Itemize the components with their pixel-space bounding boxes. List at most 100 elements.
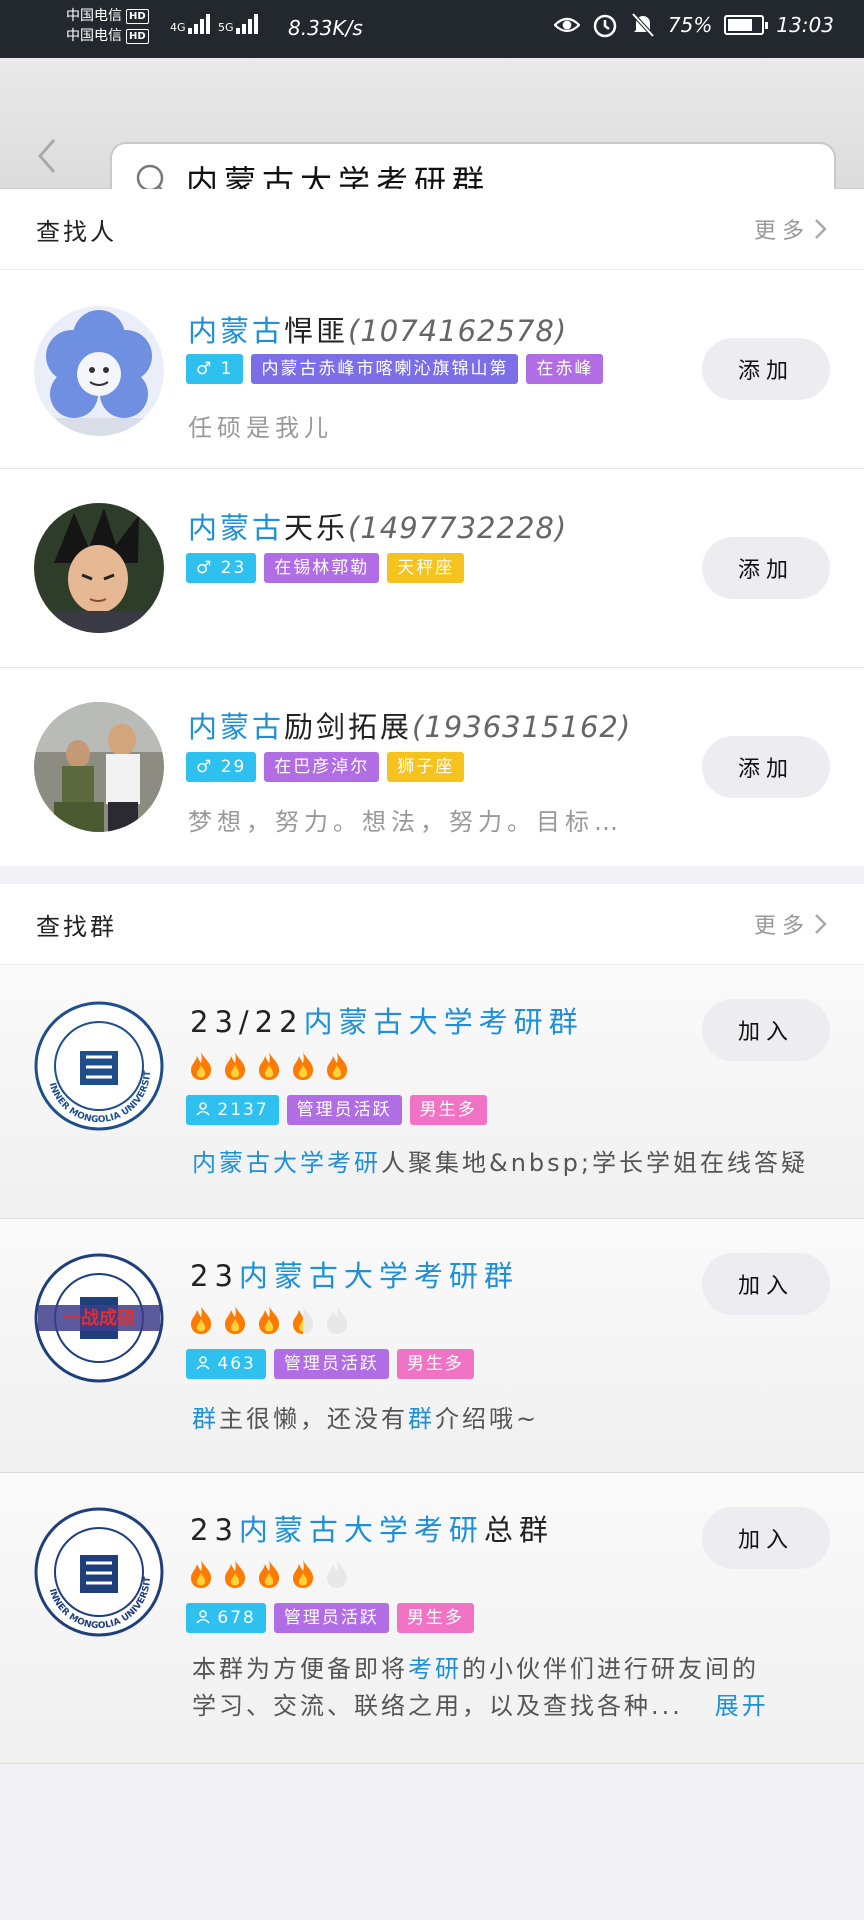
name-rest: 悍匪	[284, 314, 349, 348]
location-tag: 在赤峰	[526, 354, 604, 384]
admin-active-tag: 管理员活跃	[273, 1349, 389, 1379]
avatar	[34, 503, 164, 633]
tag-list: 2137 管理员活跃 男生多	[186, 1095, 487, 1125]
person-icon	[196, 1610, 210, 1624]
qq-number: (1497732228)	[348, 511, 568, 545]
heat-rating	[188, 1305, 350, 1335]
heat-rating	[188, 1559, 350, 1589]
group-description: 内蒙古大学考研人聚集地&nbsp;学长学姐在线答疑	[192, 1145, 808, 1182]
member-count: 678	[217, 1608, 256, 1628]
more-label: 更多	[753, 914, 810, 939]
age-value: 23	[220, 558, 247, 578]
qq-number: (1936315162)	[412, 710, 632, 744]
tag-list: 678 管理员活跃 男生多	[186, 1603, 474, 1633]
name-suffix: 总群	[483, 1513, 554, 1547]
list-item[interactable]: INNER MONGOLIA UNIVERSITY 23内蒙古大学考研总群 67…	[0, 1473, 864, 1764]
list-item[interactable]: 内蒙古悍匪(1074162578) ♂ 1 内蒙古赤峰市喀喇沁旗锦山第 在赤峰 …	[0, 270, 864, 469]
add-friend-button[interactable]: 添加	[702, 736, 830, 798]
name-prefix: 23	[190, 1513, 239, 1547]
flame-icon	[293, 1560, 314, 1588]
desc-highlight: 考研	[408, 1655, 462, 1683]
member-count-tag: 463	[186, 1349, 266, 1379]
avatar	[34, 702, 164, 832]
member-count-tag: 678	[186, 1603, 266, 1633]
tag-list: ♂ 1 内蒙古赤峰市喀喇沁旗锦山第 在赤峰	[186, 354, 604, 384]
section-title: 查找人	[36, 217, 117, 246]
tag-list: ♂ 29 在巴彦淖尔 狮子座	[186, 752, 465, 782]
more-groups-link[interactable]: 更多	[754, 908, 828, 940]
person-signature: 梦想，努力。想法，努力。目标…	[188, 808, 623, 836]
flame-icon	[259, 1306, 280, 1334]
group-name: 23内蒙古大学考研群	[190, 1253, 519, 1295]
flame-icon	[293, 1306, 314, 1334]
location-tag: 在锡林郭勒	[264, 553, 380, 583]
name-highlight: 内蒙古大学考研	[238, 1513, 484, 1547]
add-friend-button[interactable]: 添加	[702, 338, 830, 400]
qq-number: (1074162578)	[348, 314, 568, 348]
desc-text: 本群为方便备即将	[192, 1655, 408, 1683]
add-friend-button[interactable]: 添加	[702, 537, 830, 599]
list-item[interactable]: 一战成硕 23内蒙古大学考研群 463 管理员活跃 男生多 群主很懒，还没有群介…	[0, 1219, 864, 1473]
admin-active-tag: 管理员活跃	[286, 1095, 402, 1125]
name-highlight: 内蒙古大学考研群	[303, 1005, 584, 1039]
university-logo: INNER MONGOLIA UNIVERSITY	[34, 1001, 164, 1131]
tag-list: ♂ 23 在锡林郭勒 天秤座	[186, 553, 465, 583]
person-name: 内蒙古悍匪(1074162578)	[188, 308, 567, 350]
gender-age-tag: ♂ 1	[186, 354, 244, 384]
desc-highlight: 群	[192, 1405, 219, 1433]
zodiac-tag: 天秤座	[387, 553, 465, 583]
signal-4g-icon: 4G	[170, 12, 210, 34]
location-tag: 在巴彦淖尔	[264, 752, 380, 782]
gender-ratio-tag: 男生多	[409, 1095, 487, 1125]
tag-list: 463 管理员活跃 男生多	[186, 1349, 474, 1379]
flame-icon	[327, 1052, 348, 1080]
join-group-button[interactable]: 加入	[702, 1507, 830, 1569]
desc-text: 主很懒，还没有	[219, 1405, 408, 1433]
battery-percent: 75%	[667, 13, 713, 37]
heat-rating	[188, 1051, 350, 1081]
group-description: 群主很懒，还没有群介绍哦~	[192, 1401, 539, 1438]
name-highlight: 内蒙古	[188, 314, 285, 348]
back-chevron-icon[interactable]	[34, 136, 60, 180]
network-type: 5G	[218, 21, 234, 34]
desc-text: 的小伙伴们进行研友间的	[462, 1655, 759, 1683]
join-group-button[interactable]: 加入	[702, 1253, 830, 1315]
network-type: 4G	[170, 21, 186, 34]
eye-icon	[553, 12, 580, 38]
name-highlight: 内蒙古	[188, 511, 285, 545]
carrier-label: 中国电信	[66, 8, 122, 24]
gender-ratio-tag: 男生多	[396, 1603, 474, 1633]
desc-highlight: 内蒙古大学考研	[192, 1149, 381, 1177]
gender-age-tag: ♂ 23	[186, 553, 257, 583]
flame-icon	[225, 1052, 246, 1080]
person-name: 内蒙古天乐(1497732228)	[188, 505, 567, 547]
person-icon	[196, 1102, 210, 1116]
section-title: 查找群	[36, 912, 117, 941]
gender-ratio-tag: 男生多	[396, 1349, 474, 1379]
join-group-button[interactable]: 加入	[702, 999, 830, 1061]
more-people-link[interactable]: 更多	[754, 213, 828, 245]
people-section-header: 查找人 更多	[0, 189, 864, 270]
list-item[interactable]: 内蒙古天乐(1497732228) ♂ 23 在锡林郭勒 天秤座 添加	[0, 469, 864, 668]
logo-stamp-text: 一战成硕	[63, 1307, 135, 1329]
expand-link[interactable]: 展开	[715, 1692, 769, 1720]
name-prefix: 23	[190, 1259, 239, 1293]
people-section: 查找人 更多 内蒙古悍匪(1074162578) ♂ 1 内蒙古赤峰市喀喇沁旗锦…	[0, 189, 864, 866]
list-item[interactable]: 内蒙古励剑拓展(1936315162) ♂ 29 在巴彦淖尔 狮子座 梦想，努力…	[0, 668, 864, 866]
group-name: 23/22内蒙古大学考研群	[190, 999, 584, 1041]
age-value: 1	[220, 359, 234, 379]
group-name: 23内蒙古大学考研总群	[190, 1507, 554, 1549]
name-rest: 天乐	[284, 511, 349, 545]
battery-icon	[724, 15, 769, 35]
flame-icon	[293, 1052, 314, 1080]
list-item[interactable]: INNER MONGOLIA UNIVERSITY 23/22内蒙古大学考研群 …	[0, 965, 864, 1219]
name-highlight: 内蒙古	[188, 710, 285, 744]
mute-bell-icon	[630, 12, 656, 38]
carrier-label: 中国电信	[66, 28, 122, 44]
signal-5g-icon: 5G	[218, 12, 258, 34]
groups-section: 查找群 更多 INNER MONGOLIA UNIVERSITY 23/22内蒙…	[0, 884, 864, 1764]
flame-icon	[191, 1306, 212, 1334]
member-count: 463	[217, 1354, 256, 1374]
hometown-tag: 内蒙古赤峰市喀喇沁旗锦山第	[251, 354, 519, 384]
member-count-tag: 2137	[186, 1095, 279, 1125]
